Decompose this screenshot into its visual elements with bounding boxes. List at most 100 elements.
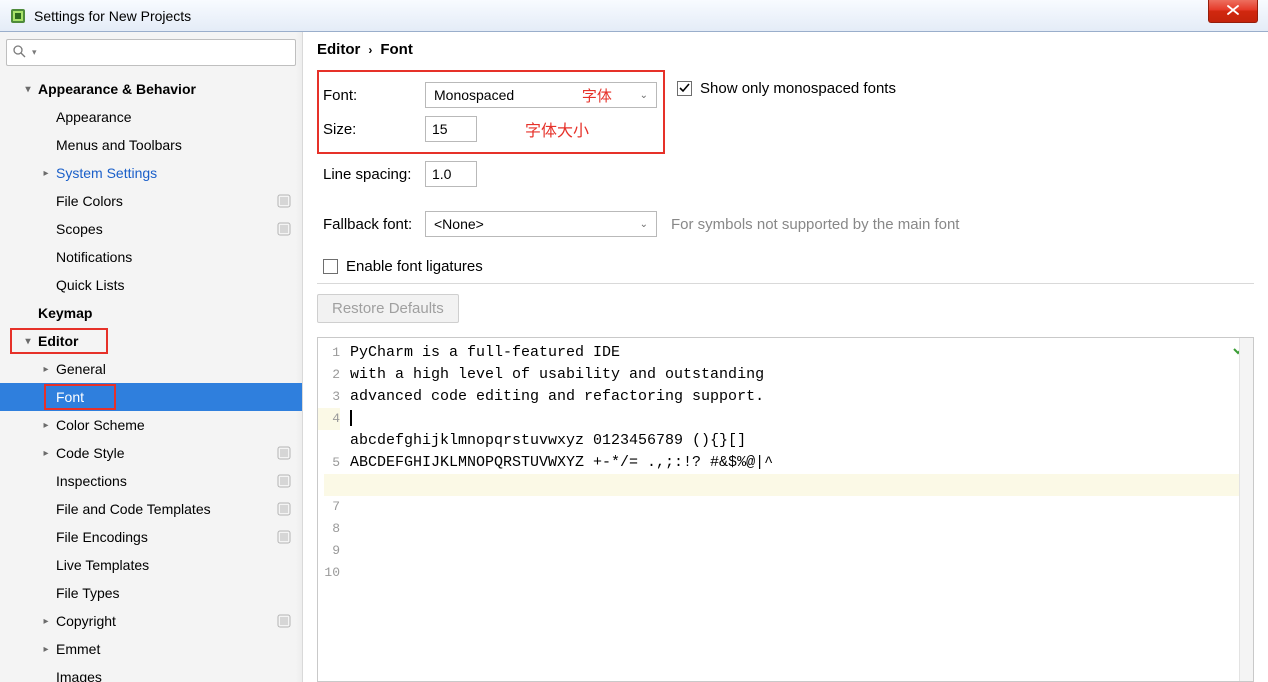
project-scope-icon <box>276 501 292 517</box>
annotation-text: 字体 <box>582 85 612 106</box>
linespacing-input[interactable] <box>425 161 477 187</box>
sidebar-item-inspections[interactable]: Inspections <box>0 467 302 495</box>
fallback-value: <None> <box>434 216 484 232</box>
chevron-right-icon: › <box>368 43 372 57</box>
annotation-text: 字体大小 <box>525 117 589 141</box>
linespacing-label: Line spacing: <box>323 166 425 183</box>
sidebar-item-live-templates[interactable]: Live Templates <box>0 551 302 579</box>
app-icon <box>10 8 26 24</box>
fallback-label: Fallback font: <box>323 216 425 233</box>
sidebar-item-label: Quick Lists <box>54 277 302 293</box>
settings-content: Editor › Font Font: Monospaced 字体 ⌄ <box>303 32 1268 682</box>
project-scope-icon <box>276 445 292 461</box>
sidebar-item-label: Images <box>54 669 302 682</box>
breadcrumb: Editor › Font <box>303 32 1268 66</box>
sidebar-item-keymap[interactable]: Keymap <box>0 299 302 327</box>
sidebar-item-appearance[interactable]: Appearance <box>0 103 302 131</box>
show-monospaced-label: Show only monospaced fonts <box>700 80 896 97</box>
close-button[interactable] <box>1208 0 1258 23</box>
font-preview[interactable]: 12345678910 PyCharm is a full-featured I… <box>317 337 1254 682</box>
sidebar-item-notifications[interactable]: Notifications <box>0 243 302 271</box>
window-title: Settings for New Projects <box>34 8 191 24</box>
font-value: Monospaced <box>434 87 514 103</box>
sidebar-item-label: System Settings <box>54 165 302 181</box>
sidebar-item-label: Color Scheme <box>54 417 302 433</box>
project-scope-icon <box>276 529 292 545</box>
sidebar-item-label: File Encodings <box>54 529 276 545</box>
chevron-right-icon: ▸ <box>38 644 54 655</box>
sidebar-item-label: Keymap <box>36 305 302 321</box>
chevron-right-icon: ▸ <box>38 616 54 627</box>
breadcrumb-root[interactable]: Editor <box>317 41 360 58</box>
project-scope-icon <box>276 221 292 237</box>
preview-scrollbar[interactable] <box>1239 338 1253 681</box>
sidebar-item-label: Notifications <box>54 249 302 265</box>
sidebar-item-label: Editor <box>36 333 302 349</box>
search-input[interactable] <box>37 45 289 61</box>
sidebar-item-menus-toolbars[interactable]: Menus and Toolbars <box>0 131 302 159</box>
font-combobox[interactable]: Monospaced 字体 ⌄ <box>425 82 657 108</box>
sidebar-item-label: Scopes <box>54 221 276 237</box>
editor-gutter: 12345678910 <box>318 338 344 681</box>
sidebar-item-editor[interactable]: ▾ Editor <box>0 327 302 355</box>
search-input-container[interactable]: ▾ <box>6 39 296 66</box>
sidebar-item-label: Inspections <box>54 473 276 489</box>
sidebar-item-label: Appearance <box>54 109 302 125</box>
breadcrumb-current: Font <box>380 41 412 58</box>
chevron-right-icon: ▸ <box>38 364 54 375</box>
sidebar-item-font[interactable]: Font <box>0 383 302 411</box>
project-scope-icon <box>276 193 292 209</box>
project-scope-icon <box>276 613 292 629</box>
sidebar-item-label: Menus and Toolbars <box>54 137 302 153</box>
sidebar-item-label: Code Style <box>54 445 276 461</box>
fallback-combobox[interactable]: <None> ⌄ <box>425 211 657 237</box>
sidebar-item-code-style[interactable]: ▸Code Style <box>0 439 302 467</box>
show-monospaced-checkbox[interactable] <box>677 81 692 96</box>
sidebar-item-label: File Types <box>54 585 302 601</box>
chevron-down-icon: ▾ <box>20 84 36 95</box>
editor-code[interactable]: PyCharm is a full-featured IDEwith a hig… <box>344 338 1253 681</box>
chevron-right-icon: ▸ <box>38 420 54 431</box>
settings-sidebar: ▾ ▾ Appearance & Behavior Appearance Men… <box>0 32 303 682</box>
sidebar-item-label: Live Templates <box>54 557 302 573</box>
sidebar-item-system-settings[interactable]: ▸System Settings <box>0 159 302 187</box>
chevron-right-icon: ▸ <box>38 168 54 179</box>
sidebar-item-file-code-templates[interactable]: File and Code Templates <box>0 495 302 523</box>
close-icon <box>1227 5 1239 18</box>
sidebar-item-appearance-behavior[interactable]: ▾ Appearance & Behavior <box>0 75 302 103</box>
chevron-down-icon: ▾ <box>20 336 36 347</box>
restore-defaults-button[interactable]: Restore Defaults <box>317 294 459 323</box>
sidebar-item-label: File Colors <box>54 193 276 209</box>
chevron-right-icon: ▸ <box>38 448 54 459</box>
sidebar-item-label: General <box>54 361 302 377</box>
titlebar: Settings for New Projects <box>0 0 1268 32</box>
search-icon <box>13 45 26 61</box>
sidebar-item-color-scheme[interactable]: ▸Color Scheme <box>0 411 302 439</box>
sidebar-item-scopes[interactable]: Scopes <box>0 215 302 243</box>
ligatures-label: Enable font ligatures <box>346 258 483 275</box>
size-label: Size: <box>323 121 425 138</box>
ligatures-checkbox[interactable] <box>323 259 338 274</box>
project-scope-icon <box>276 473 292 489</box>
sidebar-item-file-types[interactable]: File Types <box>0 579 302 607</box>
sidebar-item-label: Font <box>54 389 302 405</box>
sidebar-item-copyright[interactable]: ▸Copyright <box>0 607 302 635</box>
font-label: Font: <box>323 87 425 104</box>
sidebar-item-label: File and Code Templates <box>54 501 276 517</box>
fallback-hint: For symbols not supported by the main fo… <box>671 216 959 233</box>
annotation-highlight-group: Font: Monospaced 字体 ⌄ Size: 字体大小 <box>317 70 665 154</box>
sidebar-item-label: Appearance & Behavior <box>36 81 302 97</box>
settings-tree: ▾ Appearance & Behavior Appearance Menus… <box>0 73 302 682</box>
sidebar-item-general[interactable]: ▸General <box>0 355 302 383</box>
size-input[interactable] <box>425 116 477 142</box>
chevron-down-icon: ⌄ <box>640 90 648 101</box>
sidebar-item-quick-lists[interactable]: Quick Lists <box>0 271 302 299</box>
sidebar-item-file-encodings[interactable]: File Encodings <box>0 523 302 551</box>
divider <box>317 283 1254 284</box>
sidebar-item-images[interactable]: Images <box>0 663 302 682</box>
sidebar-item-file-colors[interactable]: File Colors <box>0 187 302 215</box>
sidebar-item-label: Emmet <box>54 641 302 657</box>
sidebar-item-emmet[interactable]: ▸Emmet <box>0 635 302 663</box>
chevron-down-icon: ⌄ <box>640 219 648 230</box>
sidebar-item-label: Copyright <box>54 613 276 629</box>
